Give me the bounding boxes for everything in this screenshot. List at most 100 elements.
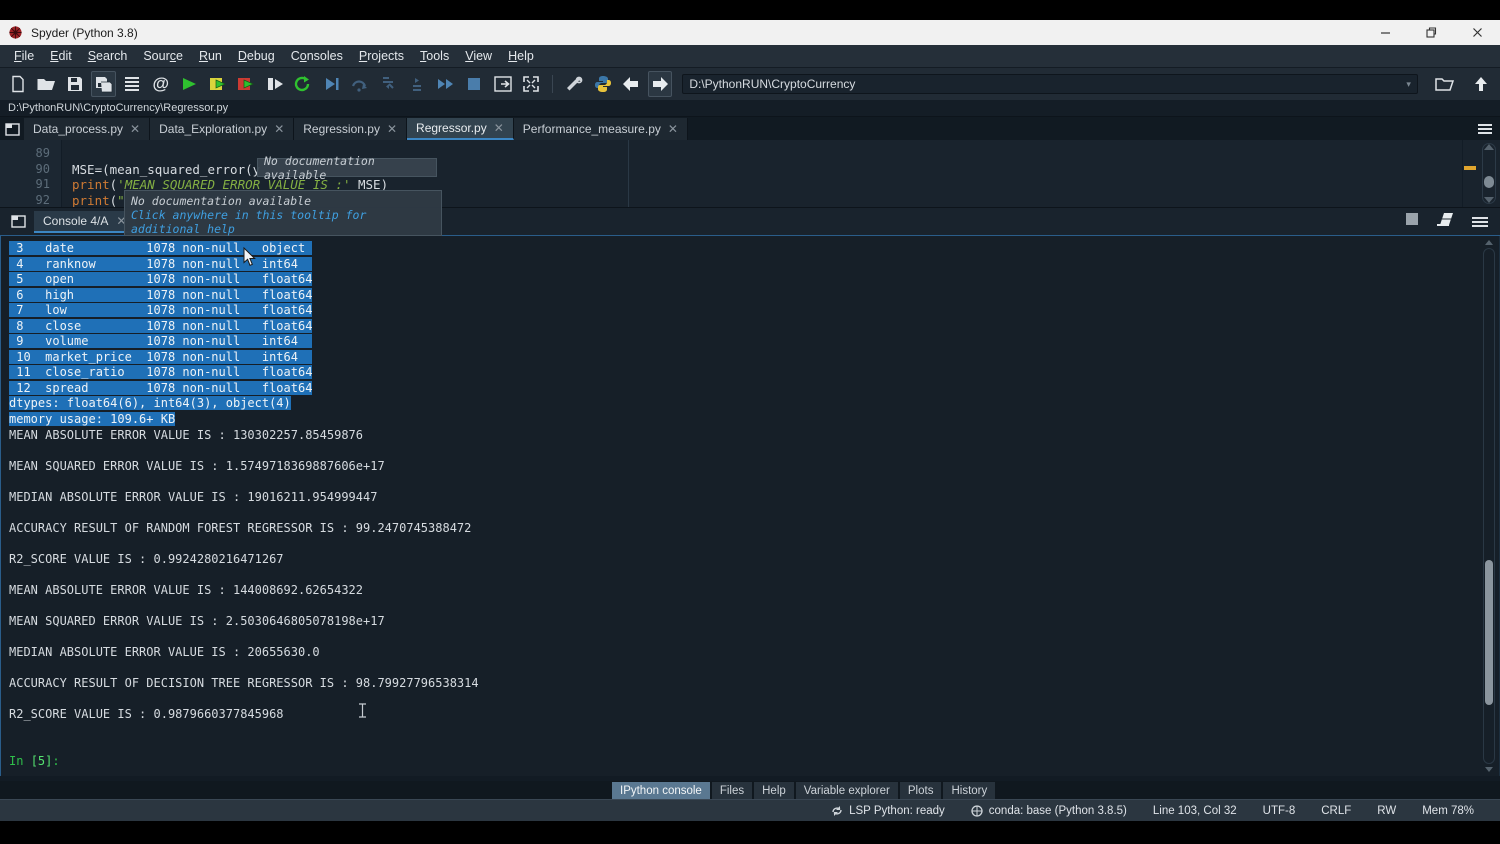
- editor-tab-performance_measure-py[interactable]: Performance_measure.py✕: [514, 118, 688, 140]
- menu-search[interactable]: Search: [80, 46, 136, 66]
- menu-view[interactable]: View: [457, 46, 500, 66]
- tab-close-icon[interactable]: ✕: [668, 122, 678, 136]
- minimize-button[interactable]: [1362, 20, 1408, 45]
- console-line: 10 market_price 1078 non-null int64: [9, 350, 1473, 366]
- documentation-tooltip[interactable]: No documentation available Click anywher…: [124, 190, 442, 236]
- menu-file[interactable]: File: [6, 46, 42, 66]
- tab-close-icon[interactable]: ✕: [274, 122, 284, 136]
- toolbar-separator: [552, 75, 553, 93]
- tab-close-icon[interactable]: ✕: [494, 121, 504, 135]
- tooltip-line1: No documentation available: [131, 194, 435, 208]
- working-directory-input[interactable]: D:\PythonRUN\CryptoCurrency ▾: [682, 74, 1418, 94]
- console-scrollbar[interactable]: [1479, 238, 1497, 774]
- dropdown-caret-icon[interactable]: ▾: [1406, 79, 1411, 90]
- console-browse-tabs-icon[interactable]: [6, 211, 30, 233]
- pane-tab-variable-explorer[interactable]: Variable explorer: [796, 782, 898, 799]
- rerun-cell-icon[interactable]: [291, 71, 315, 97]
- restore-button[interactable]: [1408, 20, 1454, 45]
- stop-icon[interactable]: [462, 71, 486, 97]
- console-prompt[interactable]: In [5]:: [9, 754, 1473, 770]
- editor-tab-data_exploration-py[interactable]: Data_Exploration.py✕: [150, 118, 294, 140]
- editor-scroll-thumb[interactable]: [1484, 176, 1494, 188]
- editor-options-menu-icon[interactable]: [1478, 122, 1492, 136]
- occurrence-marker: [1464, 166, 1476, 170]
- debug-file-icon[interactable]: [319, 71, 343, 97]
- menu-help[interactable]: Help: [500, 46, 542, 66]
- pane-tab-history[interactable]: History: [943, 782, 995, 799]
- tab-close-icon[interactable]: ✕: [130, 122, 140, 136]
- pane-tab-plots[interactable]: Plots: [900, 782, 942, 799]
- editor-tab-data_process-py[interactable]: Data_process.py✕: [24, 118, 150, 140]
- current-file-path: D:\PythonRUN\CryptoCurrency\Regressor.py: [8, 102, 228, 114]
- menu-projects[interactable]: Projects: [351, 46, 412, 66]
- open-file-icon[interactable]: [34, 71, 58, 97]
- menu-tools[interactable]: Tools: [412, 46, 457, 66]
- console-scroll-down-icon[interactable]: [1485, 767, 1493, 772]
- save-all-icon[interactable]: [91, 71, 116, 97]
- pane-tab-ipython-console[interactable]: IPython console: [612, 782, 710, 799]
- console-line: MEDIAN ABSOLUTE ERROR VALUE IS : 2065563…: [9, 645, 1473, 661]
- calltip-hint[interactable]: No documentation available: [257, 158, 437, 177]
- run-cell-icon[interactable]: [206, 71, 230, 97]
- browse-tabs-icon[interactable]: [0, 118, 24, 140]
- console-line: 12 spread 1078 non-null float64: [9, 381, 1473, 397]
- step-into-icon[interactable]: [376, 71, 400, 97]
- fullscreen-icon[interactable]: [519, 71, 543, 97]
- preferences-icon[interactable]: [562, 71, 586, 97]
- editor-scroll-track[interactable]: [1482, 143, 1496, 204]
- console-scroll-up-icon[interactable]: [1485, 240, 1493, 245]
- tab-label: Regression.py: [303, 122, 380, 136]
- browse-working-directory-icon[interactable]: [1432, 71, 1458, 97]
- menu-edit[interactable]: Edit: [42, 46, 80, 66]
- menu-source[interactable]: Source: [135, 46, 191, 66]
- menu-run[interactable]: Run: [191, 46, 230, 66]
- step-return-icon[interactable]: [405, 71, 429, 97]
- console-line: 11 close_ratio 1078 non-null float64: [9, 365, 1473, 381]
- run-file-icon[interactable]: [177, 71, 201, 97]
- run-selection-icon[interactable]: [262, 71, 286, 97]
- status-lsp-python: LSP Python: ready: [831, 805, 971, 817]
- save-icon[interactable]: [63, 71, 87, 97]
- close-button[interactable]: [1454, 20, 1500, 45]
- text-cursor-icon: [358, 703, 367, 718]
- mouse-cursor-icon: [243, 247, 257, 267]
- tab-close-icon[interactable]: ✕: [387, 122, 397, 136]
- edge-line: [628, 140, 629, 207]
- scroll-up-icon[interactable]: [1484, 144, 1494, 150]
- new-file-icon[interactable]: [6, 71, 30, 97]
- clear-console-icon[interactable]: [1436, 212, 1456, 231]
- pane-tab-help[interactable]: Help: [754, 782, 794, 799]
- menu-debug[interactable]: Debug: [230, 46, 283, 66]
- run-cell-advance-icon[interactable]: [234, 71, 258, 97]
- parent-directory-icon[interactable]: [1468, 71, 1494, 97]
- find-symbols-icon[interactable]: @: [149, 71, 173, 97]
- console-line: ACCURACY RESULT OF RANDOM FOREST REGRESS…: [9, 521, 1473, 537]
- editor-scrollbar[interactable]: [1462, 140, 1500, 207]
- step-over-icon[interactable]: [348, 71, 372, 97]
- interrupt-kernel-icon[interactable]: [1404, 211, 1420, 232]
- console-line: [9, 536, 1473, 552]
- spyder-logo-icon: [8, 25, 23, 40]
- tooltip-help-link[interactable]: Click anywhere in this tooltip for addit…: [131, 208, 435, 236]
- console-tab[interactable]: Console 4/A ✕: [34, 211, 135, 233]
- console-options-menu-icon[interactable]: [1472, 215, 1488, 229]
- console-line: 9 volume 1078 non-null int64: [9, 334, 1473, 350]
- console-line: [9, 630, 1473, 646]
- ipython-console[interactable]: 3 date 1078 non-null object 4 ranknow 10…: [0, 236, 1500, 776]
- continue-icon[interactable]: [433, 71, 457, 97]
- screen: Spyder (Python 3.8) FileEditSearchSource…: [0, 0, 1500, 844]
- console-scroll-thumb[interactable]: [1485, 560, 1493, 705]
- back-icon[interactable]: [619, 71, 643, 97]
- menu-consoles[interactable]: Consoles: [283, 46, 351, 66]
- scroll-down-icon[interactable]: [1484, 197, 1494, 203]
- maximize-pane-icon[interactable]: [490, 71, 514, 97]
- console-line: MEAN SQUARED ERROR VALUE IS : 2.50306468…: [9, 614, 1473, 630]
- python-path-manager-icon[interactable]: [591, 71, 615, 97]
- console-line: [9, 661, 1473, 677]
- editor-tab-regression-py[interactable]: Regression.py ✕: [294, 118, 407, 140]
- console-line: 5 open 1078 non-null float64: [9, 272, 1473, 288]
- forward-icon[interactable]: [648, 71, 673, 97]
- pane-tab-files[interactable]: Files: [712, 782, 752, 799]
- file-switcher-icon[interactable]: [120, 71, 144, 97]
- editor-tab-regressor-py[interactable]: Regressor.py✕: [407, 118, 514, 140]
